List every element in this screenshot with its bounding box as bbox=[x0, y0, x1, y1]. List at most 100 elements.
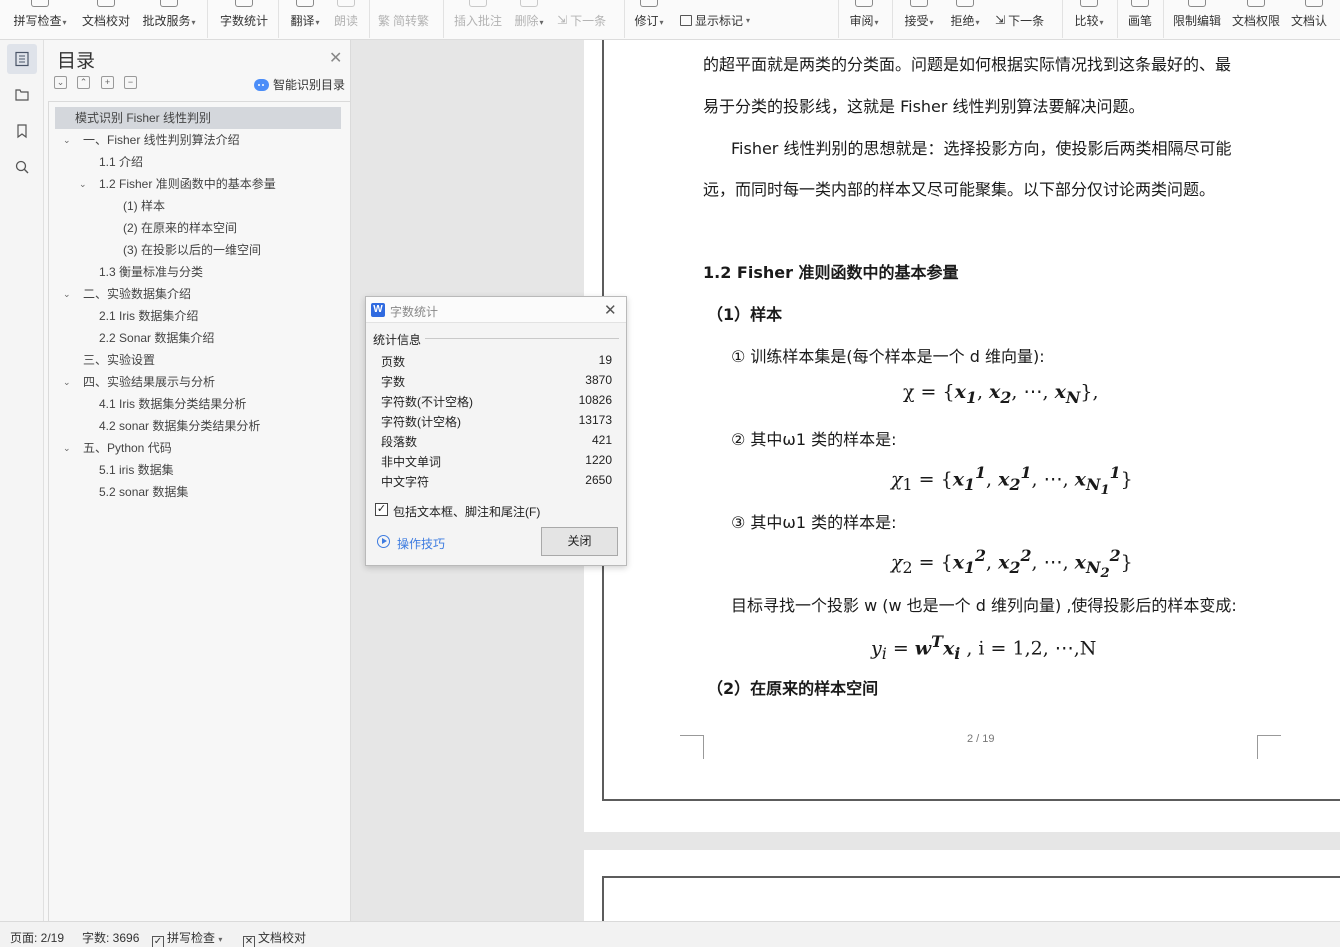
word-count-icon bbox=[235, 0, 253, 7]
smart-toc-button[interactable]: 智能识别目录 bbox=[254, 76, 345, 93]
dialog-titlebar[interactable]: W 字数统计 ✕ bbox=[366, 297, 626, 323]
toc-item[interactable]: 4.1 Iris 数据集分类结果分析 bbox=[49, 393, 349, 415]
compare-button[interactable]: 比较▾ bbox=[1069, 0, 1109, 39]
chevron-down-icon[interactable]: ⌄ bbox=[63, 371, 71, 393]
reject-button[interactable]: 拒绝▾ bbox=[945, 0, 985, 39]
toc-item[interactable]: 4.2 sonar 数据集分类结果分析 bbox=[49, 415, 349, 437]
doc-paragraph: 远，而同时每一类内部的样本又尽可能聚集。以下部分仅讨论两类问题。 bbox=[703, 180, 1216, 199]
toc-item-label: 2.1 Iris 数据集介绍 bbox=[99, 309, 199, 323]
tips-link[interactable]: 操作技巧 bbox=[397, 535, 445, 552]
ribbon-divider bbox=[207, 0, 208, 38]
include-notes-checkbox[interactable]: ✓ bbox=[375, 503, 388, 516]
chevron-down-icon[interactable]: ⌄ bbox=[79, 173, 87, 195]
toc-item-label: 五、Python 代码 bbox=[83, 441, 172, 455]
next-change-button[interactable]: ⇲ 下一条 bbox=[995, 11, 1044, 29]
pen-button[interactable]: 画笔 bbox=[1124, 0, 1156, 39]
next-page-border bbox=[602, 876, 1340, 921]
stat-label: 字符数(计空格) bbox=[381, 415, 461, 429]
stat-label: 字数 bbox=[381, 375, 406, 389]
add-heading-icon[interactable]: + bbox=[101, 76, 114, 89]
toc-panel-button[interactable] bbox=[7, 44, 37, 74]
toc-item[interactable]: 1.1 介绍 bbox=[49, 151, 349, 173]
toc-item[interactable]: (1) 样本 bbox=[49, 195, 349, 217]
simp-trad-button[interactable]: 繁简转繁 bbox=[378, 11, 429, 29]
correction-service-button[interactable]: 批改服务▾ bbox=[138, 0, 200, 39]
doc-authenticate-icon bbox=[1305, 0, 1323, 7]
toc-close-icon[interactable]: ✕ bbox=[329, 48, 342, 68]
spellcheck-button[interactable]: 拼写检查▾ bbox=[8, 0, 72, 39]
stat-row: 页数 19 bbox=[381, 350, 612, 370]
toc-item[interactable]: 5.2 sonar 数据集 bbox=[49, 481, 349, 503]
status-doc-proof-button[interactable]: ✕ 文档校对 bbox=[243, 929, 306, 947]
revise-icon bbox=[640, 0, 658, 7]
read-aloud-button[interactable]: 朗读 bbox=[330, 0, 362, 39]
include-notes-label[interactable]: 包括文本框、脚注和尾注(F) bbox=[393, 503, 540, 520]
tips-play-icon[interactable] bbox=[377, 535, 390, 548]
chapter-nav-button[interactable] bbox=[7, 80, 37, 110]
word-count-label: 字数统计 bbox=[219, 14, 268, 28]
doc-permission-label: 文档权限 bbox=[1231, 14, 1280, 28]
toc-item[interactable]: ⌄ 四、实验结果展示与分析 bbox=[49, 371, 349, 393]
status-bar: 页面: 2/19 字数: 3696 ✓ 拼写检查 ▾ ✕ 文档校对 bbox=[0, 921, 1340, 947]
doc-proof-button[interactable]: 文档校对 bbox=[78, 0, 134, 39]
toc-item[interactable]: 5.1 iris 数据集 bbox=[49, 459, 349, 481]
status-spellcheck-button[interactable]: ✓ 拼写检查 ▾ bbox=[152, 929, 222, 947]
pen-label: 画笔 bbox=[1127, 14, 1152, 28]
toc-item[interactable]: 模式识别 Fisher 线性判别 bbox=[55, 107, 341, 129]
toc-item[interactable]: 1.3 衡量标准与分类 bbox=[49, 261, 349, 283]
insert-comment-button[interactable]: 插入批注 bbox=[452, 0, 504, 39]
toc-item[interactable]: (3) 在投影以后的一维空间 bbox=[49, 239, 349, 261]
toc-item-label: 1.2 Fisher 准则函数中的基本参量 bbox=[99, 177, 276, 191]
toc-item[interactable]: 三、实验设置 bbox=[49, 349, 349, 371]
toc-item[interactable]: (2) 在原来的样本空间 bbox=[49, 217, 349, 239]
review-icon bbox=[855, 0, 873, 7]
toc-item-label: 模式识别 Fisher 线性判别 bbox=[75, 111, 212, 125]
doc-permission-button[interactable]: 文档权限 bbox=[1229, 0, 1283, 39]
bookmark-button[interactable] bbox=[7, 116, 37, 146]
revise-label: 修订 bbox=[634, 14, 659, 28]
doc-authenticate-button[interactable]: 文档认 bbox=[1288, 0, 1340, 39]
next-change-icon: ⇲ bbox=[995, 13, 1006, 27]
collapse-all-icon[interactable]: ⌄ bbox=[54, 76, 67, 89]
restrict-edit-button[interactable]: 限制编辑 bbox=[1170, 0, 1224, 39]
chapter-icon bbox=[15, 89, 29, 101]
reject-icon bbox=[956, 0, 974, 7]
ribbon-divider bbox=[443, 0, 444, 38]
toc-item[interactable]: ⌄ 1.2 Fisher 准则函数中的基本参量 bbox=[49, 173, 349, 195]
close-button[interactable]: 关闭 bbox=[541, 527, 618, 556]
toc-item-label: 5.2 sonar 数据集 bbox=[99, 485, 189, 499]
stat-value: 13173 bbox=[578, 413, 612, 427]
expand-all-icon[interactable]: ⌃ bbox=[77, 76, 90, 89]
toc-item-label: 1.1 介绍 bbox=[99, 155, 144, 169]
chevron-down-icon[interactable]: ⌄ bbox=[63, 129, 71, 151]
toc-panel: 目录 ✕ ⌄ ⌃ + − 智能识别目录 模式识别 Fisher 线性判别 ⌄ 一、F… bbox=[44, 40, 351, 921]
translate-button[interactable]: 翻译▾ bbox=[285, 0, 325, 39]
toc-item[interactable]: 2.1 Iris 数据集介绍 bbox=[49, 305, 349, 327]
toc-item[interactable]: 2.2 Sonar 数据集介绍 bbox=[49, 327, 349, 349]
toc-item[interactable]: ⌄ 一、Fisher 线性判别算法介绍 bbox=[49, 129, 349, 151]
page-indicator[interactable]: 页面: 2/19 bbox=[10, 929, 64, 946]
word-count-button[interactable]: 字数统计 bbox=[214, 0, 274, 39]
ribbon-divider bbox=[1062, 0, 1063, 38]
next-comment-button[interactable]: ⇲ 下一条 bbox=[557, 11, 606, 29]
toc-item[interactable]: ⌄ 五、Python 代码 bbox=[49, 437, 349, 459]
revise-button[interactable]: 修订▾ bbox=[631, 0, 667, 39]
toc-item-label: 2.2 Sonar 数据集介绍 bbox=[99, 331, 215, 345]
review-button[interactable]: 审阅▾ bbox=[845, 0, 883, 39]
show-markup-dropdown[interactable]: 显示标记 ▾ bbox=[680, 11, 750, 29]
dialog-close-icon[interactable]: ✕ bbox=[604, 301, 617, 319]
chevron-down-icon[interactable]: ⌄ bbox=[63, 283, 71, 305]
toc-item-label: 四、实验结果展示与分析 bbox=[83, 375, 216, 389]
toc-item[interactable]: ⌄ 二、实验数据集介绍 bbox=[49, 283, 349, 305]
section-divider bbox=[425, 338, 619, 339]
ribbon-divider bbox=[369, 0, 370, 38]
search-button[interactable] bbox=[7, 152, 37, 182]
restrict-edit-label: 限制编辑 bbox=[1172, 14, 1221, 28]
toc-item-label: (2) 在原来的样本空间 bbox=[123, 221, 238, 235]
word-count-indicator[interactable]: 字数: 3696 bbox=[82, 929, 139, 946]
accept-button[interactable]: 接受▾ bbox=[899, 0, 939, 39]
delete-comment-button[interactable]: 删除▾ bbox=[510, 0, 548, 39]
bookmark-icon bbox=[17, 124, 27, 139]
remove-heading-icon[interactable]: − bbox=[124, 76, 137, 89]
chevron-down-icon[interactable]: ⌄ bbox=[63, 437, 71, 459]
